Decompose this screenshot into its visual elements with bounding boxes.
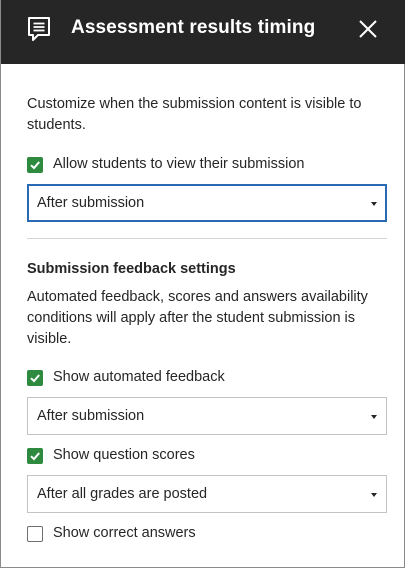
section-divider — [27, 238, 387, 239]
panel-header: Assessment results timing — [1, 0, 405, 64]
feedback-settings-heading: Submission feedback settings — [27, 261, 236, 277]
show-question-scores-checkbox[interactable] — [27, 448, 43, 464]
caret-down-icon — [371, 493, 377, 497]
checkmark-icon — [30, 161, 40, 170]
allow-view-submission-checkbox[interactable] — [27, 157, 43, 173]
automated-feedback-select[interactable]: After submission — [27, 397, 387, 435]
intro-line-1: Customize when the submission content is… — [27, 96, 362, 112]
close-icon[interactable] — [355, 16, 381, 42]
intro-line-2: students. — [27, 117, 86, 133]
feedback-desc-line-1: Automated feedback, scores and answers a… — [27, 289, 368, 305]
automated-feedback-select-value: After submission — [37, 408, 145, 424]
question-scores-select-value: After all grades are posted — [37, 486, 208, 502]
feedback-desc-line-3: visible. — [27, 331, 72, 347]
comment-list-icon — [26, 16, 52, 42]
view-submission-select-value: After submission — [37, 195, 145, 211]
show-correct-answers-label[interactable]: Show correct answers — [53, 525, 196, 541]
feedback-settings-description: Automated feedback, scores and answers a… — [27, 287, 368, 350]
allow-view-submission-label[interactable]: Allow students to view their submission — [53, 156, 304, 172]
caret-down-icon — [371, 415, 377, 419]
panel-title: Assessment results timing — [71, 17, 316, 38]
feedback-desc-line-2: conditions will apply after the student … — [27, 310, 356, 326]
checkmark-icon — [30, 452, 40, 461]
caret-down-icon — [371, 202, 377, 206]
show-question-scores-label[interactable]: Show question scores — [53, 447, 195, 463]
show-automated-feedback-checkbox[interactable] — [27, 370, 43, 386]
checkmark-icon — [30, 374, 40, 383]
show-correct-answers-checkbox[interactable] — [27, 526, 43, 542]
show-automated-feedback-label[interactable]: Show automated feedback — [53, 369, 225, 385]
intro-text: Customize when the submission content is… — [27, 94, 361, 136]
view-submission-select[interactable]: After submission — [27, 184, 387, 222]
question-scores-select[interactable]: After all grades are posted — [27, 475, 387, 513]
panel: Assessment results timing Customize when… — [0, 0, 405, 568]
